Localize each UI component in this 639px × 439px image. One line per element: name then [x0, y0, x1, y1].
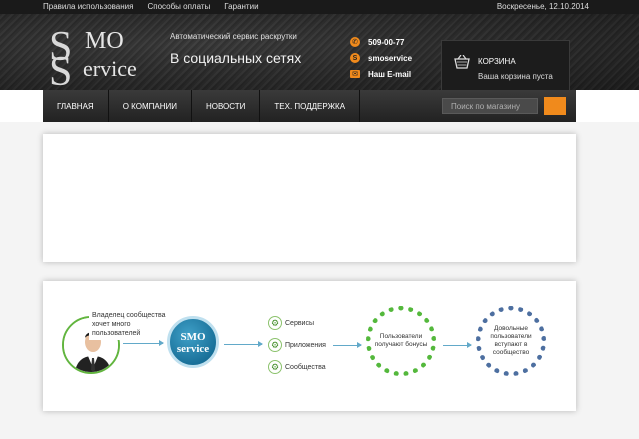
skype-text: smoservice	[368, 53, 413, 63]
current-date: Воскресенье, 12.10.2014	[496, 2, 589, 11]
service-item-communities: ⚙ Сообщества	[268, 360, 326, 374]
logo-letter-s2: S	[49, 49, 73, 95]
how-it-works-diagram: Владелец сообщества хочет много пользова…	[43, 281, 576, 411]
site-header: S MO S ervice Автоматический сервис раск…	[0, 14, 639, 93]
contact-mail[interactable]: ✉ Наш E-mail	[350, 66, 412, 82]
guarantees-link[interactable]: Гарантии	[224, 2, 258, 11]
cart-widget[interactable]: КОРЗИНА Ваша корзина пуста	[441, 40, 570, 91]
service-item-apps: ⚙ Приложения	[268, 338, 326, 352]
main-nav: ГЛАВНАЯ О КОМПАНИИ НОВОСТИ ТЕХ. ПОДДЕРЖК…	[43, 90, 576, 122]
top-links: Правила использования Способы оплаты Гар…	[43, 2, 259, 11]
skype-icon: S	[350, 53, 360, 63]
service-label: Сообщества	[285, 363, 326, 371]
logo-mo: MO	[85, 28, 124, 54]
arrow-owner-to-smo	[123, 340, 164, 346]
gear-icon: ⚙	[268, 316, 282, 330]
mail-icon: ✉	[350, 70, 360, 78]
nav-item-support[interactable]: ТЕХ. ПОДДЕРЖКА	[260, 90, 361, 122]
bonus-users-ring: Пользователи получают бонусы	[366, 306, 436, 376]
phone-text: 509-00-77	[368, 37, 405, 47]
joined-users-ring: Довольные пользователи вступают в сообще…	[476, 306, 546, 376]
nav-item-news[interactable]: НОВОСТИ	[192, 90, 261, 122]
smo-line-2: service	[176, 343, 210, 355]
cart-status: Ваша корзина пуста	[478, 72, 553, 81]
service-item-services: ⚙ Сервисы	[268, 316, 314, 330]
site-logo[interactable]: S MO S ervice	[47, 24, 162, 93]
cart-title: КОРЗИНА	[478, 57, 516, 66]
tagline-big: В социальных сетях	[170, 50, 302, 66]
basket-icon	[454, 55, 470, 69]
payment-methods-link[interactable]: Способы оплаты	[147, 2, 210, 11]
search-button[interactable]	[544, 97, 566, 115]
smo-line-1: SMO	[180, 331, 206, 343]
arrow-services-to-bonus	[333, 342, 362, 348]
contacts: ✆ 509-00-77 S smoservice ✉ Наш E-mail	[350, 34, 412, 82]
contact-phone: ✆ 509-00-77	[350, 34, 412, 50]
gear-icon: ⚙	[268, 360, 282, 374]
owner-caption: Владелец сообщества хочет много пользова…	[89, 309, 179, 340]
joined-users-text: Довольные пользователи вступают в сообще…	[490, 325, 532, 356]
search-input[interactable]	[442, 98, 538, 114]
mail-text: Наш E-mail	[368, 69, 412, 79]
service-label: Приложения	[285, 341, 326, 349]
nav-item-about[interactable]: О КОМПАНИИ	[109, 90, 192, 122]
smo-service-badge: SMO service	[167, 316, 219, 368]
service-label: Сервисы	[285, 319, 315, 327]
banner-slot	[43, 134, 576, 262]
logo-ervice: ervice	[83, 56, 137, 81]
top-bar: Правила использования Способы оплаты Гар…	[0, 0, 639, 14]
contact-skype[interactable]: S smoservice	[350, 50, 412, 66]
tagline: Автоматический сервис раскрутки	[170, 32, 297, 41]
rules-link[interactable]: Правила использования	[43, 2, 133, 11]
gear-icon: ⚙	[268, 338, 282, 352]
arrow-smo-to-services	[224, 341, 263, 347]
phone-icon: ✆	[350, 37, 360, 47]
bonus-users-text: Пользователи получают бонусы	[374, 333, 428, 348]
arrow-bonus-to-joined	[443, 342, 472, 348]
